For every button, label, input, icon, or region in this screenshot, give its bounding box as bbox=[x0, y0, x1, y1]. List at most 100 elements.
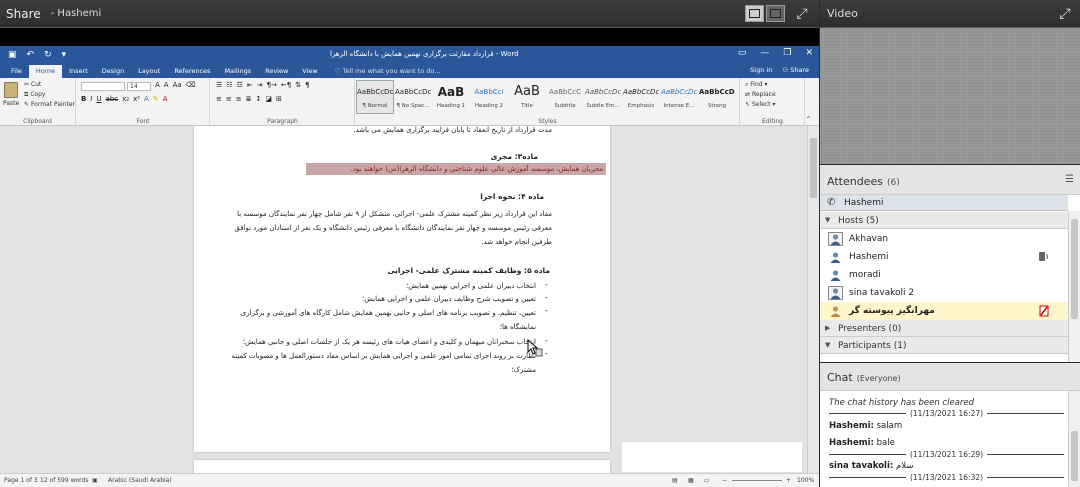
tell-me-box[interactable]: ♡ Tell me what you want to do... bbox=[335, 65, 441, 78]
tab-home[interactable]: Home bbox=[28, 65, 63, 78]
share-button[interactable]: ⚇ Share bbox=[782, 66, 809, 74]
increase-indent-icon[interactable]: ⇥ bbox=[257, 81, 263, 89]
numbering-icon[interactable]: ☷ bbox=[226, 81, 232, 89]
style-heading-1[interactable]: AaB Heading 1 bbox=[432, 80, 470, 114]
font-name-combo[interactable] bbox=[81, 82, 125, 91]
find-button[interactable]: ⌕ Find ▾ bbox=[745, 81, 768, 89]
maximize-icon[interactable]: ❐ bbox=[783, 48, 791, 58]
shading-icon[interactable]: ◪ bbox=[265, 95, 272, 103]
attendees-scrollbar[interactable] bbox=[1068, 211, 1080, 362]
change-case-icon[interactable]: Aa bbox=[173, 81, 182, 89]
highlight-icon[interactable]: ✎ bbox=[153, 95, 159, 103]
page-count[interactable]: Page 1 of 3 bbox=[4, 477, 38, 484]
font-size-combo[interactable]: 14 bbox=[127, 82, 151, 91]
tab-review[interactable]: Review bbox=[258, 65, 295, 78]
scroll-thumb[interactable] bbox=[1071, 219, 1078, 319]
tab-insert[interactable]: Insert bbox=[62, 65, 95, 78]
font-color-icon[interactable]: A bbox=[163, 95, 168, 103]
undo-icon[interactable]: ↶ bbox=[27, 50, 35, 60]
scroll-thumb[interactable] bbox=[810, 138, 817, 198]
ribbon-display-icon[interactable]: ▭ bbox=[738, 48, 747, 58]
copy-button[interactable]: ⧉ Copy bbox=[24, 91, 45, 99]
sort-icon[interactable]: ⇅ bbox=[295, 81, 301, 89]
zoom-level[interactable]: 100% bbox=[797, 477, 814, 484]
presenters-group-header[interactable]: ▶ Presenters (0) bbox=[820, 320, 1068, 337]
style-strong[interactable]: AaBbCcDc Strong bbox=[698, 80, 736, 114]
document-page[interactable]: مدت قرارداد از تاریخ انعقاد تا پایان فرا… bbox=[194, 126, 610, 452]
print-layout-icon[interactable]: ▦ bbox=[688, 477, 694, 484]
minimize-icon[interactable]: — bbox=[760, 48, 769, 58]
zoom-out-icon[interactable]: − bbox=[722, 477, 727, 484]
paste-button[interactable]: Paste bbox=[3, 100, 19, 107]
paste-icon[interactable] bbox=[4, 82, 18, 98]
style-subtle-emphasis[interactable]: AaBbCcDc Subtle Em... bbox=[584, 80, 622, 114]
close-icon[interactable]: ✕ bbox=[805, 48, 813, 58]
bold-icon[interactable]: B bbox=[81, 95, 86, 103]
my-status-row[interactable]: ✆ Hashemi bbox=[820, 195, 1068, 211]
language-indicator[interactable]: Arabic (Saudi Arabia) bbox=[108, 477, 172, 484]
participants-group-header[interactable]: ▼ Participants (1) bbox=[820, 337, 1068, 354]
attendee-row[interactable]: Akhavan bbox=[820, 230, 1068, 248]
shrink-font-icon[interactable]: A bbox=[164, 81, 169, 89]
clear-format-icon[interactable]: ⌫ bbox=[186, 81, 196, 89]
document-area[interactable]: مدت قرارداد از تاریخ انعقاد تا پایان فرا… bbox=[0, 126, 819, 473]
line-spacing-icon[interactable]: ↕ bbox=[256, 95, 262, 103]
superscript-icon[interactable]: x² bbox=[133, 95, 140, 103]
tab-file[interactable]: File bbox=[4, 65, 29, 78]
text-effects-icon[interactable]: A bbox=[144, 95, 149, 103]
multilevel-icon[interactable]: ☲ bbox=[237, 81, 243, 89]
web-layout-icon[interactable]: ▭ bbox=[704, 477, 710, 484]
ltr-icon[interactable]: ¶→ bbox=[267, 81, 277, 89]
subscript-icon[interactable]: x₂ bbox=[122, 95, 129, 103]
proofing-icon[interactable]: ▣ bbox=[92, 477, 98, 484]
underline-icon[interactable]: U bbox=[96, 95, 101, 103]
scroll-thumb[interactable] bbox=[1071, 431, 1078, 481]
style-heading-2[interactable]: AaBbCcI Heading 2 bbox=[470, 80, 508, 114]
decrease-indent-icon[interactable]: ⇤ bbox=[247, 81, 253, 89]
style-no-spacing[interactable]: AaBbCcDc ¶ No Spac... bbox=[394, 80, 432, 114]
show-marks-icon[interactable]: ¶ bbox=[305, 81, 309, 89]
chat-scrollbar[interactable] bbox=[1068, 391, 1080, 487]
word-count[interactable]: 12 of 599 words bbox=[40, 477, 88, 484]
cut-button[interactable]: ✂ Cut bbox=[24, 81, 41, 88]
document-page-2[interactable] bbox=[194, 460, 610, 473]
tab-layout[interactable]: Layout bbox=[131, 65, 167, 78]
format-painter-button[interactable]: ✎ Format Painter bbox=[24, 101, 75, 108]
bullets-icon[interactable]: ☰ bbox=[216, 81, 222, 89]
tab-mailings[interactable]: Mailings bbox=[217, 65, 258, 78]
redo-icon[interactable]: ↻ bbox=[44, 50, 52, 60]
justify-icon[interactable]: ≣ bbox=[246, 95, 252, 103]
zoom-slider[interactable] bbox=[732, 480, 782, 481]
zoom-in-icon[interactable]: + bbox=[786, 477, 791, 484]
hosts-group-header[interactable]: ▼ Hosts (5) bbox=[820, 212, 1068, 229]
video-fullscreen-icon[interactable]: ⤢ bbox=[1057, 6, 1073, 22]
fullscreen-icon[interactable]: ⤢ bbox=[794, 6, 810, 22]
align-left-icon[interactable]: ≡ bbox=[216, 95, 222, 103]
sign-in-link[interactable]: Sign in bbox=[750, 66, 772, 74]
style-subtitle[interactable]: AaBbCcC Subtitle bbox=[546, 80, 584, 114]
document-vertical-scrollbar[interactable] bbox=[807, 126, 819, 473]
grow-font-icon[interactable]: A bbox=[155, 81, 160, 89]
tab-references[interactable]: References bbox=[167, 65, 217, 78]
attendee-row-selected[interactable]: مهرانگیز پیوسته گر bbox=[820, 302, 1068, 320]
style-normal[interactable]: AaBbCcDc ¶ Normal bbox=[356, 80, 394, 114]
style-intense-emphasis[interactable]: AaBbCcDc Intense E... bbox=[660, 80, 698, 114]
customize-qat-icon[interactable]: ▾ bbox=[62, 50, 67, 60]
save-icon[interactable]: ▣ bbox=[8, 50, 17, 60]
strikethrough-icon[interactable]: abc bbox=[106, 95, 119, 103]
borders-icon[interactable]: ⊞ bbox=[276, 95, 282, 103]
attendee-row[interactable]: sina tavakoli 2 bbox=[820, 284, 1068, 302]
rtl-icon[interactable]: ←¶ bbox=[281, 81, 291, 89]
tab-design[interactable]: Design bbox=[95, 65, 131, 78]
tab-view[interactable]: View bbox=[295, 65, 324, 78]
read-mode-icon[interactable]: ▤ bbox=[672, 477, 678, 484]
collapse-ribbon-icon[interactable]: ^ bbox=[806, 116, 811, 123]
replace-button[interactable]: ⇄ Replace bbox=[745, 91, 776, 98]
style-title[interactable]: AaB Title bbox=[508, 80, 546, 114]
actual-size-button[interactable] bbox=[766, 5, 785, 22]
italic-icon[interactable]: I bbox=[90, 95, 92, 103]
align-center-icon[interactable]: ≡ bbox=[226, 95, 232, 103]
attendee-row[interactable]: moradi bbox=[820, 266, 1068, 284]
select-button[interactable]: ↖ Select ▾ bbox=[745, 101, 775, 108]
align-right-icon[interactable]: ≡ bbox=[236, 95, 242, 103]
